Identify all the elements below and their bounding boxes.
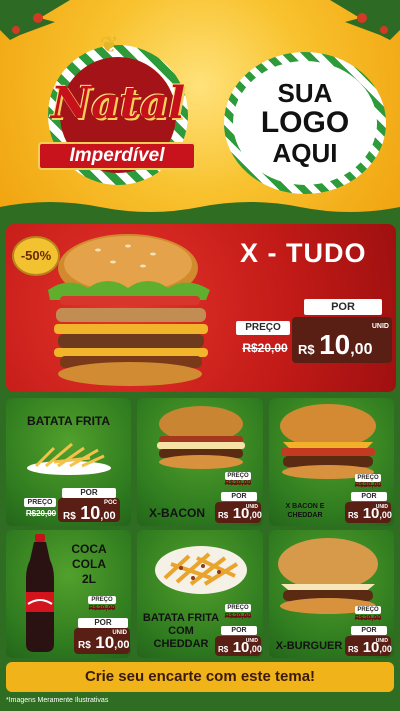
preco-label: PREÇO	[225, 604, 251, 612]
product-card-batata-frita: BATATA FRITA POR PREÇO R$20,00 R$ 10,00 …	[6, 398, 131, 526]
product-card-x-burguer: PREÇO R$20,00 POR X-BURGUER R$ 10,00 UNI…	[269, 530, 394, 658]
por-label: POR	[351, 626, 387, 635]
current-price: R$ 10,00 POC	[58, 498, 120, 523]
featured-product-name: X - TUDO	[240, 238, 367, 268]
product-card-coca-cola: COCA COLA 2L PREÇO R$20,00 POR R$ 10,00 …	[6, 530, 131, 658]
product-card-x-bacon: PREÇO R$20,00 POR X-BACON R$ 10,00 UNID	[137, 398, 263, 526]
current-price: R$ 10,00 UNID	[345, 502, 392, 523]
currency-symbol: R$	[298, 342, 315, 357]
current-price: R$ 10,00 UNID	[292, 317, 392, 363]
price-cents: ,00	[100, 510, 116, 522]
logo-text-line: LOGO	[260, 106, 350, 139]
bow-icon: ❦	[100, 32, 119, 57]
currency-symbol: R$	[348, 645, 359, 654]
discount-badge: -50%	[12, 236, 60, 276]
disclaimer-note: *Imagens Meramente Ilustrativas	[6, 697, 109, 704]
por-label: POR	[78, 618, 128, 628]
product-name: X-BURGUER	[275, 640, 343, 652]
old-price: R$20,00	[224, 480, 252, 487]
unit-label: UNID	[371, 323, 389, 330]
price-integer: 10	[319, 329, 351, 360]
logo-text-line: SUA	[277, 78, 333, 108]
por-label: POR	[221, 492, 257, 501]
preco-label: PREÇO	[355, 606, 381, 614]
burger-image	[280, 404, 376, 479]
price-cents: ,00	[249, 510, 262, 520]
featured-price-block: POR PREÇO R$20,00 R$ 10,00 UNID	[236, 299, 392, 365]
currency-symbol: R$	[63, 511, 76, 522]
product-card-batata-cheddar: PREÇO R$20,00 BATATA FRITA COM CHEDDAR P…	[137, 530, 263, 658]
por-label: POR	[351, 492, 387, 501]
currency-symbol: R$	[218, 645, 229, 654]
por-label: POR	[304, 299, 382, 315]
currency-symbol: R$	[78, 640, 91, 651]
burger-image	[48, 234, 210, 386]
badge-title: Natal	[50, 78, 186, 129]
product-card-x-bacon-cheddar: PREÇO R$20,00 POR X BACON E CHEDDAR R$ 1…	[269, 398, 394, 526]
old-price: R$20,00	[354, 615, 382, 622]
price-cents: ,00	[379, 510, 392, 520]
old-price: R$20,00	[354, 482, 382, 489]
price-cents: ,00	[379, 644, 392, 654]
old-price: R$20,00	[242, 341, 288, 355]
price-cents: ,00	[249, 644, 262, 654]
preco-label: PREÇO	[225, 472, 251, 480]
natal-imperdivel-badge: ❦ Natal Imperdível	[18, 30, 208, 185]
product-name: X-BACON	[149, 506, 205, 520]
burger-image	[278, 538, 378, 614]
pine-branch-decoration-right	[330, 0, 400, 40]
current-price: R$ 10,00 UNID	[215, 636, 262, 656]
unit-label: UNID	[375, 504, 388, 510]
por-label: POR	[62, 488, 116, 498]
currency-symbol: R$	[218, 511, 229, 520]
old-price: R$20,00	[88, 605, 116, 612]
burger-image	[157, 406, 245, 469]
badge-subtitle: Imperdível	[38, 142, 196, 170]
unit-label: POC	[103, 500, 117, 506]
preco-label: PREÇO	[355, 474, 381, 482]
current-price: R$ 10,00 UNID	[345, 636, 392, 656]
unit-label: UNID	[112, 630, 127, 636]
product-name: BATATA FRITA COM CHEDDAR	[142, 612, 220, 650]
currency-symbol: R$	[348, 511, 359, 520]
price-cents: ,00	[350, 341, 373, 358]
price-cents: ,00	[114, 639, 130, 651]
unit-label: UNID	[375, 638, 388, 644]
preco-label: PREÇO	[24, 498, 56, 507]
price-integer: 10	[95, 633, 115, 652]
product-name: BATATA FRITA	[26, 414, 111, 428]
price-integer: 10	[80, 503, 101, 523]
logo-placeholder-inner: SUA LOGO AQUI	[233, 61, 377, 185]
product-name: COCA COLA 2L	[71, 542, 107, 586]
unit-label: UNID	[245, 504, 258, 510]
preco-label: PREÇO	[236, 321, 290, 335]
old-price: R$20,00	[25, 509, 57, 518]
current-price: R$ 10,00 UNID	[74, 628, 130, 654]
logo-text-line: AQUI	[272, 138, 338, 168]
old-price: R$20,00	[224, 613, 252, 620]
current-price: R$ 10,00 UNID	[215, 502, 262, 523]
preco-label: PREÇO	[88, 596, 116, 604]
por-label: POR	[221, 626, 257, 635]
fries-cheddar-image	[155, 546, 247, 594]
unit-label: UNID	[245, 638, 258, 644]
soda-bottle-image	[26, 534, 54, 652]
product-name: X BACON E CHEDDAR	[285, 503, 325, 519]
cta-banner[interactable]: Crie seu encarte com este tema!	[6, 662, 394, 692]
fries-image	[27, 442, 111, 475]
logo-placeholder: SUA LOGO AQUI	[224, 52, 386, 194]
